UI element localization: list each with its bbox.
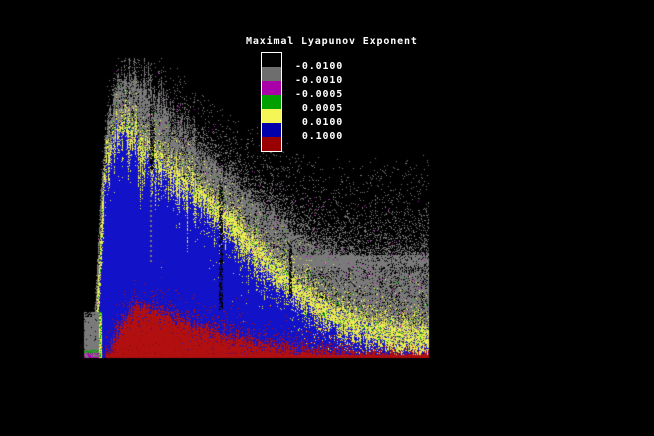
legend-swatch-1	[262, 67, 281, 81]
legend-swatch-2	[262, 81, 281, 95]
chart-background: Maximal Lyapunov Exponent -0.0100 -0.0010…	[0, 0, 654, 436]
chart-title: Maximal Lyapunov Exponent	[246, 36, 418, 47]
legend-label-1: -0.0010	[295, 75, 344, 86]
legend-swatch-6	[262, 137, 281, 151]
legend-label-5: 0.1000	[295, 131, 344, 142]
legend-colorbar	[261, 52, 282, 152]
legend-swatch-5	[262, 123, 281, 137]
legend-label-4: 0.0100	[295, 117, 344, 128]
legend-label-3: 0.0005	[295, 103, 344, 114]
legend-swatch-0	[262, 53, 281, 67]
legend-swatch-3	[262, 95, 281, 109]
legend-label-0: -0.0100	[295, 61, 344, 72]
legend-label-2: -0.0005	[295, 89, 344, 100]
legend-swatch-4	[262, 109, 281, 123]
